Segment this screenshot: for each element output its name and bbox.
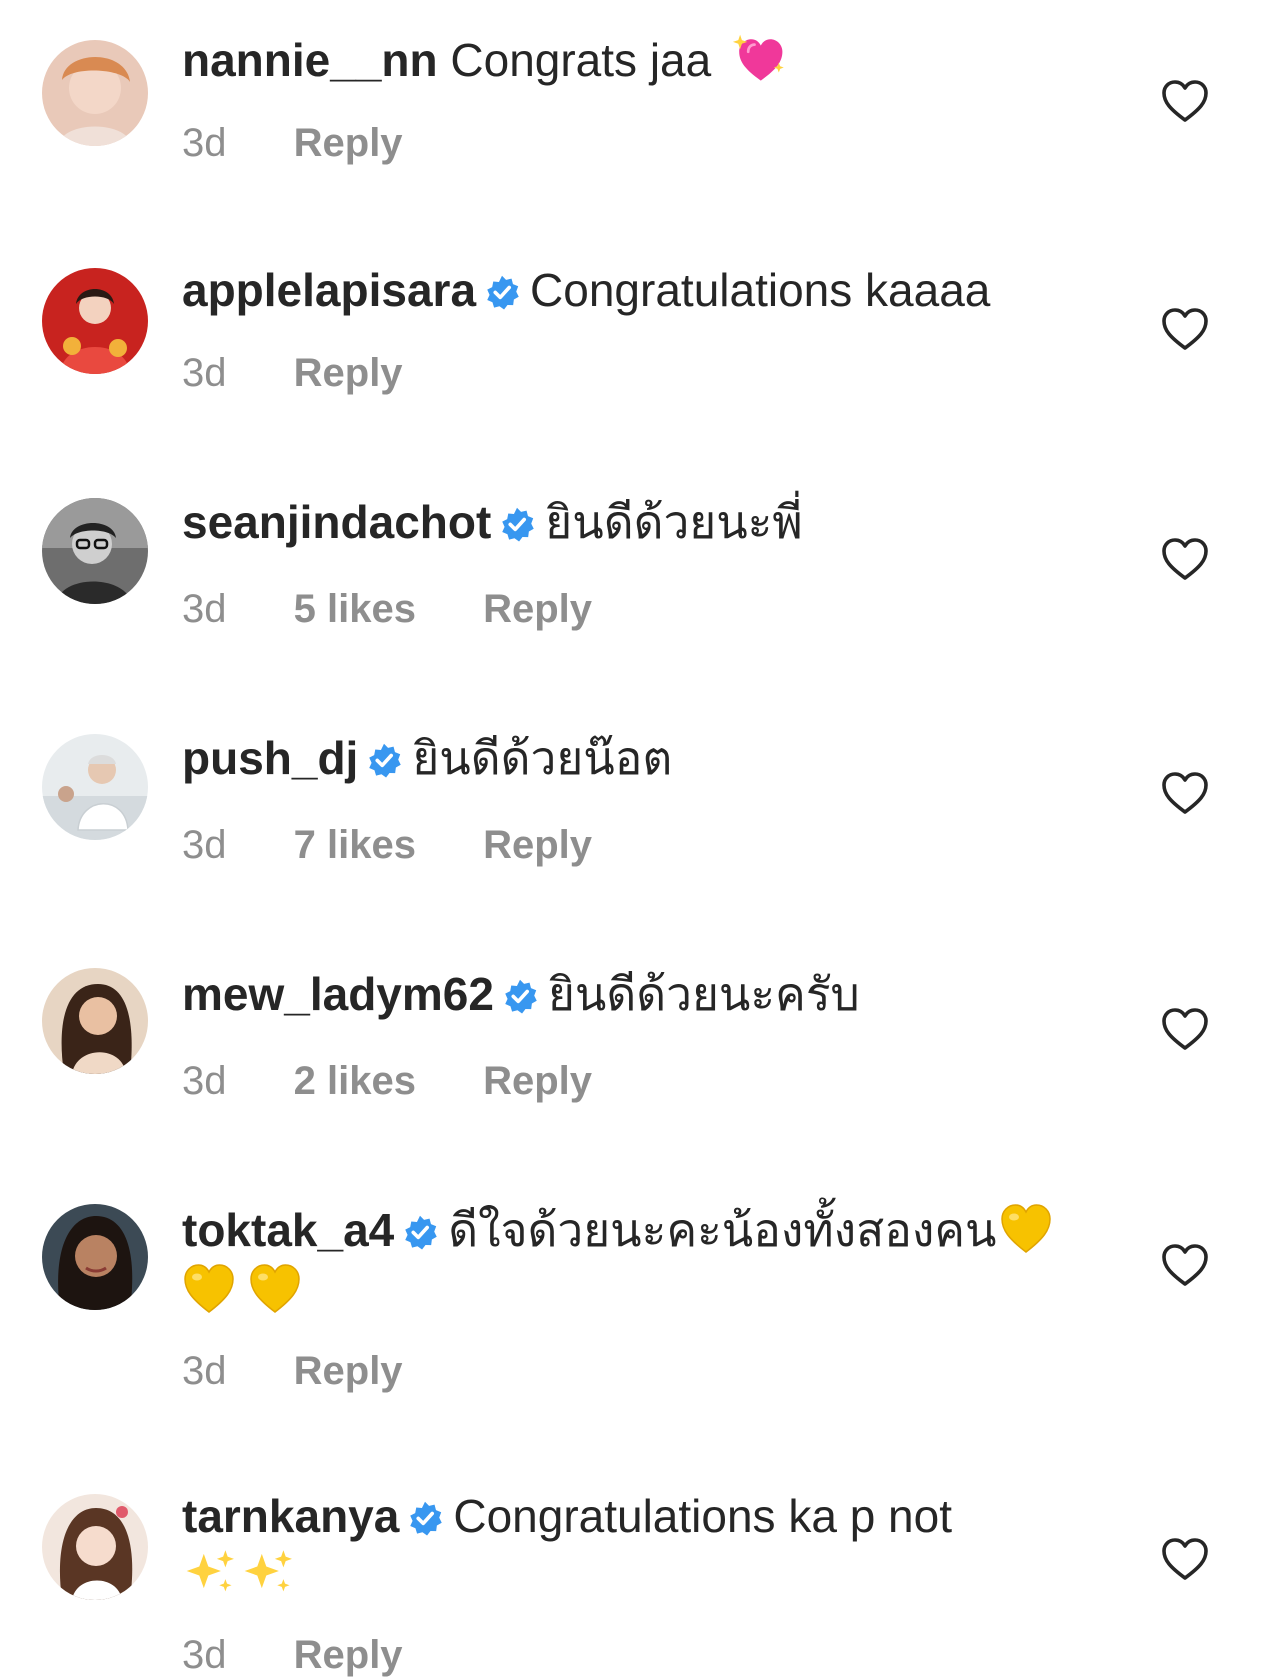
comments-list: nannie__nn Congrats jaa 3d Reply applela… bbox=[0, 0, 1280, 1679]
username[interactable]: tarnkanya bbox=[182, 1490, 399, 1542]
comment-body: ยินดีด้วยน๊อต bbox=[412, 732, 673, 784]
comment-text: nannie__nn Congrats jaa bbox=[182, 32, 1062, 88]
comment-meta: 3d 7 likes Reply bbox=[182, 820, 648, 870]
likes-count[interactable]: 5 likes bbox=[294, 584, 416, 634]
avatar[interactable] bbox=[42, 498, 148, 604]
timestamp: 3d bbox=[182, 1059, 227, 1103]
reply-button[interactable]: Reply bbox=[294, 118, 403, 168]
like-button[interactable] bbox=[1160, 536, 1210, 582]
username[interactable]: mew_ladym62 bbox=[182, 968, 494, 1020]
like-button[interactable] bbox=[1160, 1536, 1210, 1582]
timestamp: 3d bbox=[182, 1349, 227, 1393]
comment-meta: 3d Reply bbox=[182, 1346, 459, 1396]
username[interactable]: toktak_a4 bbox=[182, 1204, 394, 1256]
verified-badge-icon bbox=[402, 1214, 438, 1250]
reply-button[interactable]: Reply bbox=[483, 820, 592, 870]
comment-meta: 3d Reply bbox=[182, 118, 459, 168]
yellow-heart-icon bbox=[248, 1262, 302, 1316]
comment-body: Congratulations ka p not bbox=[453, 1490, 952, 1542]
reply-button[interactable]: Reply bbox=[483, 1056, 592, 1106]
verified-badge-icon bbox=[366, 742, 402, 778]
comment-meta: 3d 2 likes Reply bbox=[182, 1056, 648, 1106]
avatar[interactable] bbox=[42, 1494, 148, 1600]
comment-text: mew_ladym62 ยินดีด้วยนะครับ bbox=[182, 966, 1062, 1022]
comment-meta: 3d Reply bbox=[182, 348, 459, 398]
comment-body: ยินดีด้วยนะครับ bbox=[547, 968, 860, 1020]
avatar[interactable] bbox=[42, 268, 148, 374]
heart-outline-icon bbox=[1160, 1006, 1210, 1052]
heart-outline-icon bbox=[1160, 1242, 1210, 1288]
sparkling-heart-icon bbox=[732, 32, 786, 86]
username[interactable]: applelapisara bbox=[182, 264, 476, 316]
avatar[interactable] bbox=[42, 968, 148, 1074]
username[interactable]: push_dj bbox=[182, 732, 358, 784]
comment-body: Congrats jaa bbox=[450, 34, 712, 86]
comment-body: ยินดีด้วยนะพี่ bbox=[545, 496, 803, 548]
yellow-heart-icon bbox=[182, 1262, 236, 1316]
comment-text: toktak_a4 ดีใจด้วยนะคะน้องทั้งสองคน bbox=[182, 1202, 1062, 1318]
comment-body: Congratulations kaaaa bbox=[530, 264, 991, 316]
heart-outline-icon bbox=[1160, 306, 1210, 352]
comment-text: seanjindachot ยินดีด้วยนะพี่ bbox=[182, 494, 1062, 550]
like-button[interactable] bbox=[1160, 770, 1210, 816]
timestamp: 3d bbox=[182, 1633, 227, 1677]
username[interactable]: seanjindachot bbox=[182, 496, 491, 548]
yellow-heart-icon bbox=[999, 1202, 1053, 1256]
like-button[interactable] bbox=[1160, 1242, 1210, 1288]
username[interactable]: nannie__nn bbox=[182, 34, 438, 86]
verified-badge-icon bbox=[484, 274, 520, 310]
like-button[interactable] bbox=[1160, 78, 1210, 124]
like-button[interactable] bbox=[1160, 306, 1210, 352]
verified-badge-icon bbox=[407, 1500, 443, 1536]
reply-button[interactable]: Reply bbox=[294, 1346, 403, 1396]
sparkles-icon bbox=[184, 1544, 238, 1598]
avatar[interactable] bbox=[42, 40, 148, 146]
reply-button[interactable]: Reply bbox=[294, 1630, 403, 1680]
likes-count[interactable]: 7 likes bbox=[294, 820, 416, 870]
verified-badge-icon bbox=[499, 506, 535, 542]
timestamp: 3d bbox=[182, 587, 227, 631]
reply-button[interactable]: Reply bbox=[483, 584, 592, 634]
comment-body: ดีใจด้วยนะคะน้องทั้งสองคน bbox=[448, 1204, 997, 1256]
comment-text: push_dj ยินดีด้วยน๊อต bbox=[182, 730, 1062, 786]
comment-meta: 3d 5 likes Reply bbox=[182, 584, 648, 634]
comment-text: tarnkanya Congratulations ka p not bbox=[182, 1488, 962, 1600]
timestamp: 3d bbox=[182, 823, 227, 867]
heart-outline-icon bbox=[1160, 536, 1210, 582]
avatar[interactable] bbox=[42, 734, 148, 840]
heart-outline-icon bbox=[1160, 1536, 1210, 1582]
like-button[interactable] bbox=[1160, 1006, 1210, 1052]
comment-text: applelapisara Congratulations kaaaa bbox=[182, 262, 1062, 318]
timestamp: 3d bbox=[182, 351, 227, 395]
heart-outline-icon bbox=[1160, 770, 1210, 816]
avatar[interactable] bbox=[42, 1204, 148, 1310]
likes-count[interactable]: 2 likes bbox=[294, 1056, 416, 1106]
comment-meta: 3d Reply bbox=[182, 1630, 459, 1680]
sparkles-icon bbox=[242, 1544, 296, 1598]
verified-badge-icon bbox=[502, 978, 538, 1014]
heart-outline-icon bbox=[1160, 78, 1210, 124]
timestamp: 3d bbox=[182, 121, 227, 165]
reply-button[interactable]: Reply bbox=[294, 348, 403, 398]
